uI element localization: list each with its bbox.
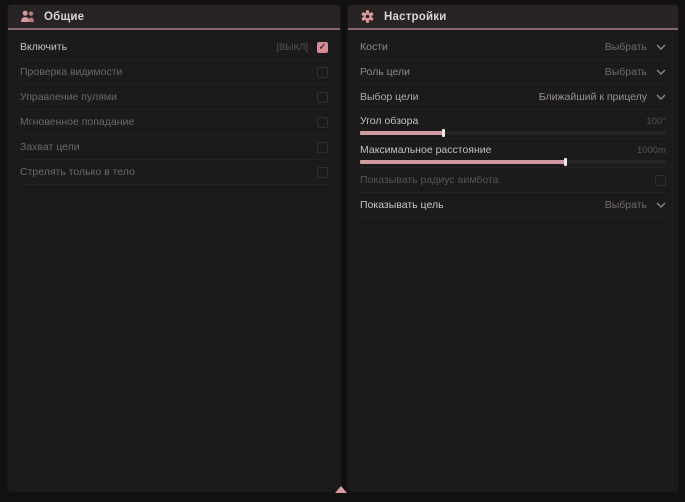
chevron-down-icon [656, 94, 666, 100]
users-icon [20, 10, 35, 23]
row-body-only-label: Стрелять только в тело [20, 166, 317, 178]
settings-panel-body: Кости Выбрать Роль цели Выбрать Выбор це… [348, 30, 678, 491]
target-role-select[interactable]: Выбрать [605, 66, 666, 78]
row-enable: Включить [ВЫКЛ] ✓ [20, 35, 328, 60]
gear-icon [360, 10, 375, 23]
row-show-aimbot-radius: Показывать радиус аимбота ✓ [360, 168, 666, 193]
row-show-aimbot-radius-label: Показывать радиус аимбота [360, 174, 655, 186]
row-target-selection: Выбор цели Ближайший к прицелу [360, 85, 666, 110]
general-panel-body: Включить [ВЫКЛ] ✓ Проверка видимости ✓ У… [8, 30, 340, 491]
max-distance-value: 1000m [637, 145, 666, 156]
target-lock-checkbox[interactable]: ✓ [317, 142, 328, 153]
row-bones-label: Кости [360, 41, 605, 53]
general-panel-title: Общие [44, 11, 84, 23]
row-instant-hit: Мгновенное попадание ✓ [20, 110, 328, 135]
row-target-role-label: Роль цели [360, 66, 605, 78]
row-max-distance-label: Максимальное расстояние [360, 144, 637, 156]
row-body-only: Стрелять только в тело ✓ [20, 160, 328, 185]
show-aimbot-radius-checkbox[interactable]: ✓ [655, 175, 666, 186]
settings-panel: Настройки Кости Выбрать Роль цели Выбрат… [348, 5, 678, 491]
target-selection-select-value: Ближайший к прицелу [539, 91, 647, 103]
general-panel: Общие Включить [ВЫКЛ] ✓ Проверка видимос… [8, 5, 340, 491]
body-only-checkbox[interactable]: ✓ [317, 167, 328, 178]
chevron-down-icon [656, 69, 666, 75]
bones-select-value: Выбрать [605, 41, 647, 53]
row-target-selection-label: Выбор цели [360, 91, 539, 103]
row-bullet-control: Управление пулями ✓ [20, 85, 328, 110]
settings-panel-header: Настройки [348, 5, 678, 30]
general-panel-header: Общие [8, 5, 340, 30]
max-distance-slider-top: Максимальное расстояние 1000m [360, 144, 666, 157]
row-max-distance: Максимальное расстояние 1000m [360, 139, 666, 168]
row-fov: Угол обзора 100° [360, 110, 666, 139]
max-distance-slider[interactable] [360, 160, 666, 164]
fov-slider[interactable] [360, 131, 666, 135]
max-distance-slider-fill [360, 160, 565, 164]
target-selection-select[interactable]: Ближайший к прицелу [539, 91, 666, 103]
enable-checkbox[interactable]: ✓ [317, 42, 328, 53]
keybind-hint: [ВЫКЛ] [276, 42, 308, 53]
row-visibility-check-label: Проверка видимости [20, 66, 317, 78]
max-distance-slider-handle[interactable] [564, 158, 567, 166]
show-target-select[interactable]: Выбрать [605, 199, 666, 211]
fov-slider-top: Угол обзора 100° [360, 115, 666, 128]
fov-slider-fill [360, 131, 443, 135]
chevron-down-icon [656, 44, 666, 50]
row-instant-hit-label: Мгновенное попадание [20, 116, 317, 128]
row-show-target: Показывать цель Выбрать [360, 193, 666, 218]
row-bullet-control-label: Управление пулями [20, 91, 317, 103]
row-target-lock-label: Захват цели [20, 141, 317, 153]
fov-value: 100° [646, 116, 666, 127]
row-visibility-check: Проверка видимости ✓ [20, 60, 328, 85]
target-role-select-value: Выбрать [605, 66, 647, 78]
show-target-select-value: Выбрать [605, 199, 647, 211]
row-target-lock: Захват цели ✓ [20, 135, 328, 160]
settings-panel-title: Настройки [384, 11, 446, 23]
scroll-up-arrow-icon[interactable] [335, 486, 347, 493]
bones-select[interactable]: Выбрать [605, 41, 666, 53]
row-show-target-label: Показывать цель [360, 199, 605, 211]
instant-hit-checkbox[interactable]: ✓ [317, 117, 328, 128]
fov-slider-handle[interactable] [442, 129, 445, 137]
visibility-check-checkbox[interactable]: ✓ [317, 67, 328, 78]
checkmark-icon: ✓ [319, 42, 327, 51]
row-target-role: Роль цели Выбрать [360, 60, 666, 85]
row-enable-label: Включить [20, 41, 276, 53]
chevron-down-icon [656, 202, 666, 208]
row-fov-label: Угол обзора [360, 115, 646, 127]
row-bones: Кости Выбрать [360, 35, 666, 60]
bullet-control-checkbox[interactable]: ✓ [317, 92, 328, 103]
